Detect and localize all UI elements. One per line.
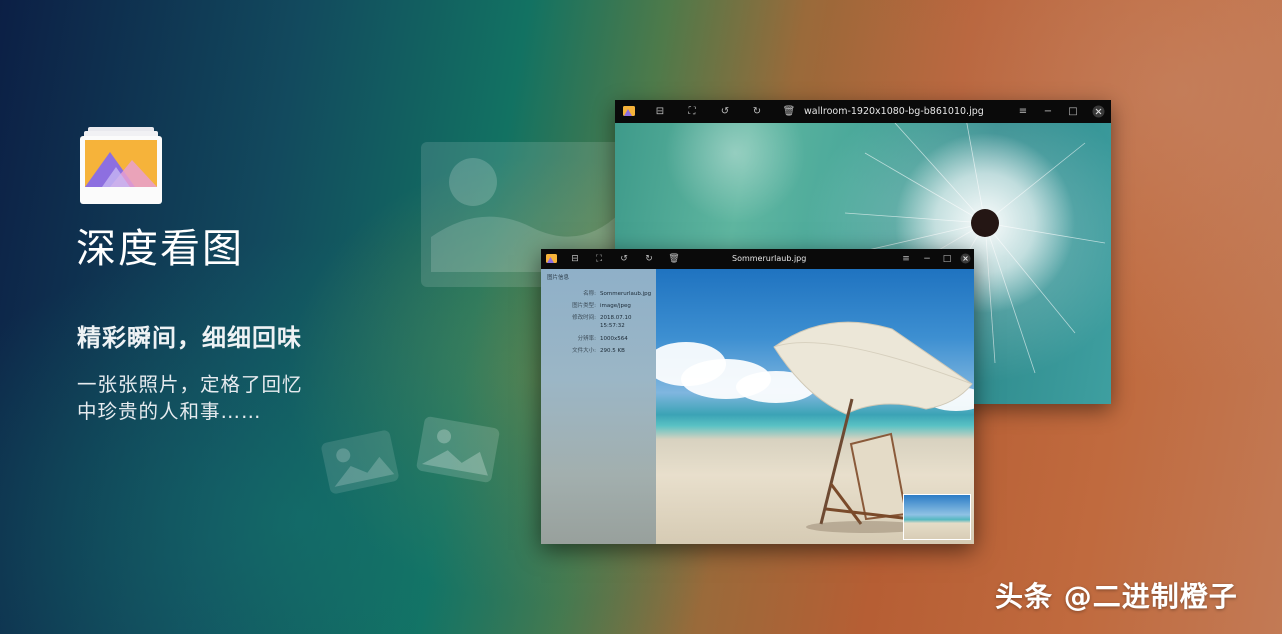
app-icon[interactable] <box>622 100 636 123</box>
rotate-right-icon[interactable]: ↻ <box>750 100 764 123</box>
info-value: 1000x564 <box>600 336 628 342</box>
info-key: 文件大小: <box>572 348 596 354</box>
watermark: 头条 @二进制橙子 <box>995 580 1238 613</box>
close-icon[interactable] <box>1091 100 1105 123</box>
app-icon[interactable] <box>544 249 558 269</box>
info-value: Sommerurlaub.jpg <box>600 291 652 297</box>
description-line: 中珍贵的人和事…… <box>77 400 262 423</box>
info-key: 名称: <box>583 291 596 297</box>
app-subtitle: 精彩瞬间，细细回味 <box>77 324 302 352</box>
info-key: 修改时间: <box>572 315 596 321</box>
close-icon[interactable] <box>958 249 972 269</box>
rotate-left-icon[interactable]: ↺ <box>718 100 732 123</box>
maximize-icon[interactable]: □ <box>1066 100 1080 123</box>
window-title: Sommerurlaub.jpg <box>732 254 807 263</box>
info-panel-heading: 图片信息 <box>547 275 570 281</box>
fit-screen-icon[interactable]: ⛶ <box>685 100 699 123</box>
beach-photo <box>656 269 974 544</box>
maximize-icon[interactable]: □ <box>940 249 954 269</box>
titlebar: ⊟ ⛶ ↺ ↻ 🗑 Sommerurlaub.jpg ≡ − □ <box>541 249 974 269</box>
minimize-icon[interactable]: − <box>1041 100 1055 123</box>
window-title: wallroom-1920x1080-bg-b861010.jpg <box>804 106 984 117</box>
fit-screen-icon[interactable]: ⛶ <box>592 249 606 269</box>
description-line: 一张张照片，定格了回忆 <box>77 373 303 396</box>
app-description: 一张张照片，定格了回忆 中珍贵的人和事…… <box>77 371 303 425</box>
rotate-right-icon[interactable]: ↻ <box>642 249 656 269</box>
titlebar: ⊟ ⛶ ↺ ↻ 🗑 wallroom-1920x1080-bg-b861010.… <box>615 100 1111 123</box>
thumbnail-icon[interactable]: ⊟ <box>568 249 582 269</box>
info-value: 2018.07.10 <box>600 315 632 321</box>
info-value: image/jpeg <box>600 303 631 309</box>
info-key: 图片类型: <box>572 303 596 309</box>
rotate-left-icon[interactable]: ↺ <box>617 249 631 269</box>
decorative-image-card <box>320 429 400 495</box>
info-key: 分辨率: <box>577 336 596 342</box>
menu-icon[interactable]: ≡ <box>899 249 913 269</box>
thumbnail-icon[interactable]: ⊟ <box>653 100 667 123</box>
image-info-panel: 图片信息 名称: Sommerurlaub.jpg 图片类型: image/jp… <box>541 269 656 544</box>
decorative-image-card <box>415 415 501 484</box>
minimize-icon[interactable]: − <box>920 249 934 269</box>
info-value: 290.5 KB <box>600 348 625 354</box>
trash-icon[interactable]: 🗑 <box>667 249 681 269</box>
image-viewer-logo-icon <box>80 127 162 204</box>
trash-icon[interactable]: 🗑 <box>782 100 796 123</box>
app-title: 深度看图 <box>76 226 244 272</box>
menu-icon[interactable]: ≡ <box>1016 100 1030 123</box>
info-value: 15:57:32 <box>600 323 625 329</box>
viewer-window-front: ⊟ ⛶ ↺ ↻ 🗑 Sommerurlaub.jpg ≡ − □ 图片信息 名称… <box>541 249 974 544</box>
navigation-thumbnail[interactable] <box>903 494 971 540</box>
